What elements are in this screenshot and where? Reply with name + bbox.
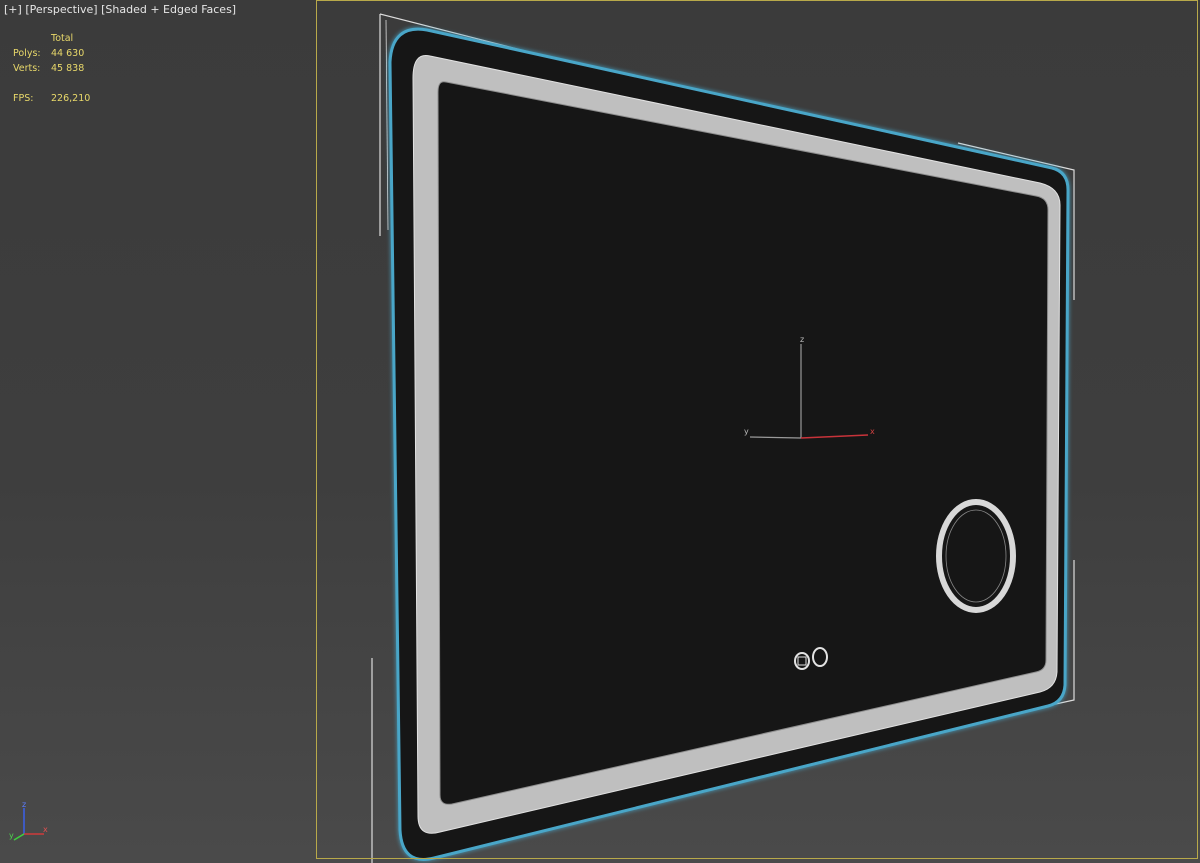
scene-canvas[interactable]: z y x z y x bbox=[0, 0, 1200, 863]
world-axis-tripod: z y x bbox=[9, 800, 48, 841]
tripod-y-label: y bbox=[9, 831, 14, 840]
gizmo-y-label: y bbox=[744, 427, 749, 436]
gizmo-z-label: z bbox=[800, 335, 804, 344]
tripod-z-label: z bbox=[22, 800, 26, 809]
tripod-x-label: x bbox=[43, 825, 48, 834]
gizmo-x-label: x bbox=[870, 427, 875, 436]
perspective-viewport[interactable]: [+] [Perspective] [Shaded + Edged Faces]… bbox=[0, 0, 1200, 863]
magnifier-mirror[interactable] bbox=[936, 499, 1016, 613]
